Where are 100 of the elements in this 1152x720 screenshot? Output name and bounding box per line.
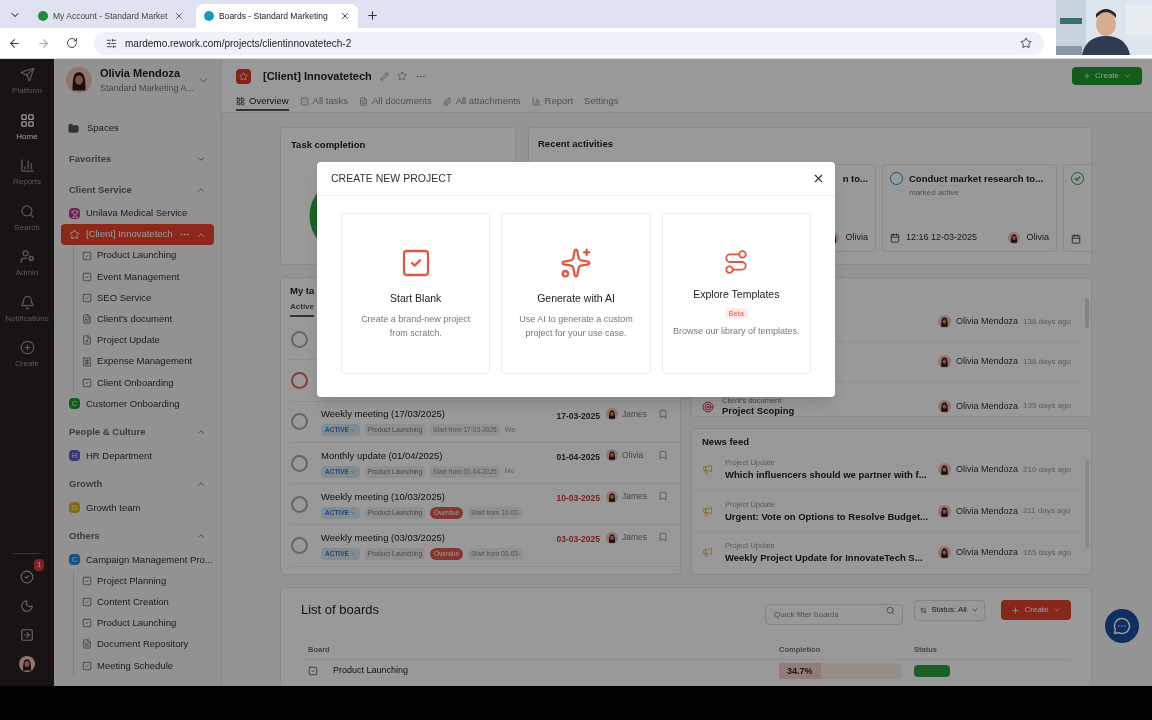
task-checkbox[interactable] — [291, 413, 308, 431]
activity-card[interactable]: Conduct market research to... marked active 12:16 12-03-2025 Olivia — [882, 164, 1057, 253]
create-button[interactable]: Create — [1001, 600, 1071, 620]
checkbox-icon — [82, 618, 92, 629]
section-header[interactable]: Client Service — [54, 177, 221, 203]
sidebar-item[interactable]: Document Repository — [82, 633, 221, 656]
sidebar-item[interactable]: Project Planning — [82, 570, 221, 592]
sidebar-item[interactable]: Client's document — [82, 308, 221, 330]
board-name[interactable]: Product Launching — [333, 664, 779, 678]
sidebar-item[interactable]: SEO Service — [82, 287, 221, 309]
back-icon[interactable] — [8, 36, 21, 50]
avatar-icon — [937, 546, 951, 560]
task-title[interactable]: Weekly meeting (03/03/2025) — [321, 531, 543, 546]
plus-icon — [1083, 72, 1091, 80]
sidebar-item[interactable]: Unilava Medical Service — [54, 203, 221, 224]
sidebar-item[interactable]: Client Onboarding — [82, 372, 221, 394]
megaphone-icon — [702, 464, 713, 476]
task-checkbox[interactable] — [291, 495, 308, 513]
avatar-icon — [1008, 231, 1021, 244]
avatar-icon — [937, 504, 951, 518]
bookmark-icon[interactable] — [658, 449, 668, 460]
post-title[interactable]: Urgent: Vote on Options to Resolve Budget... — [725, 509, 929, 524]
author-name: Olivia Mendoza — [955, 504, 1018, 518]
url-text: mardemo.rework.com/projects/clientinnovatetech-2 — [125, 36, 352, 51]
author-name: Olivia Mendoza — [955, 314, 1018, 328]
chat-icon — [1113, 617, 1131, 635]
edit-icon[interactable] — [379, 71, 389, 81]
star-icon[interactable] — [396, 71, 407, 81]
bell-icon — [19, 294, 35, 310]
bookmark-star-icon[interactable] — [1020, 37, 1032, 49]
search-field[interactable]: Quick filter boards — [765, 603, 903, 625]
task-checkbox[interactable] — [291, 537, 308, 555]
status-filter[interactable]: Status: All — [914, 599, 985, 621]
check-circle-icon[interactable] — [20, 569, 34, 584]
close-icon[interactable] — [340, 11, 350, 21]
browser-tab[interactable]: My Account - Standard Market — [30, 4, 192, 28]
send-icon — [19, 67, 35, 82]
rail-item[interactable]: Home — [0, 112, 54, 158]
url-field[interactable]: mardemo.rework.com/projects/clientinnovatetech-2 — [94, 31, 1044, 55]
section-header[interactable]: People & Culture — [54, 419, 221, 446]
card-title: News feed — [701, 435, 750, 450]
post-title[interactable]: Weekly Project Update for InnovateTech S... — [725, 551, 923, 566]
forward-icon[interactable] — [37, 36, 50, 50]
reload-icon[interactable] — [66, 37, 78, 49]
bookmark-icon[interactable] — [658, 532, 668, 543]
avatar-icon — [937, 355, 951, 368]
site-info-icon[interactable] — [106, 37, 117, 49]
task-checkbox[interactable] — [291, 371, 308, 389]
close-icon[interactable] — [812, 172, 825, 185]
filter-tab[interactable]: Active — [290, 301, 314, 317]
sidebar-item[interactable]: Meeting Schedule — [82, 655, 221, 677]
sidebar-item[interactable]: Project Update — [82, 329, 221, 351]
bookmark-icon[interactable] — [658, 408, 668, 419]
checkbox-icon — [308, 666, 318, 676]
section-header[interactable]: Others — [54, 523, 221, 550]
sidebar-item[interactable]: Product Launching — [82, 612, 221, 634]
view-tab[interactable]: All documents — [358, 93, 432, 111]
task-title[interactable]: Weekly meeting (17/03/2025) — [321, 407, 543, 422]
document-icon — [358, 96, 368, 106]
task-checkbox[interactable] — [291, 330, 308, 348]
chevron-up-icon — [196, 185, 206, 195]
sidebar-item[interactable]: Spaces — [54, 115, 221, 141]
view-tab[interactable]: All attachments — [442, 93, 521, 111]
sparkles-icon — [560, 247, 592, 280]
task-title[interactable]: Monthly update (01/04/2025) — [321, 448, 543, 463]
document-title[interactable]: Project Scoping — [722, 405, 795, 417]
new-tab-icon[interactable] — [366, 9, 379, 22]
sidebar-item[interactable]: [Client] Innovatetech — [61, 224, 214, 245]
view-tab[interactable]: Report — [531, 93, 574, 111]
user-name: Olivia Mendoza — [100, 66, 182, 81]
folder-icon — [68, 122, 79, 134]
browser-tab[interactable]: Boards - Standard Marketing — [196, 4, 358, 28]
option-card[interactable]: Generate with AI Use AI to generate a custom project for your use case. — [501, 213, 651, 374]
bookmark-icon[interactable] — [658, 491, 668, 502]
sidebar-item[interactable]: Event Management — [82, 266, 221, 288]
file-upload-icon — [82, 335, 92, 346]
task-checkbox[interactable] — [291, 454, 308, 472]
chat-button[interactable] — [1105, 609, 1139, 643]
activity-title: Conduct market research to... — [909, 172, 1044, 187]
caret-icon — [349, 509, 356, 516]
sidebar-item[interactable]: Product Launching — [82, 245, 221, 267]
section-header[interactable]: Growth — [54, 471, 221, 498]
checkbox-icon — [82, 660, 92, 671]
moon-icon[interactable] — [20, 598, 34, 613]
sidebar-item[interactable]: Content Creation — [82, 591, 221, 613]
sidebar-item[interactable]: Expense Management — [82, 350, 221, 373]
task-title[interactable]: Weekly meeting (10/03/2025) — [321, 489, 543, 505]
post-title[interactable]: Which influencers should we partner with f... — [725, 468, 927, 483]
view-tab[interactable]: Overview — [236, 93, 289, 111]
plus-circle-icon — [19, 340, 35, 355]
due-date: 01-04-2025 — [556, 450, 600, 464]
create-button[interactable]: Create — [1072, 67, 1142, 85]
option-card[interactable]: Start Blank Create a brand-new project from scratch. — [341, 213, 491, 374]
arrow-square-icon[interactable] — [20, 627, 34, 642]
assignee-name: James — [622, 531, 648, 545]
checkbox-icon — [82, 250, 92, 261]
avatar-icon — [937, 463, 951, 477]
view-tab[interactable]: Settings — [584, 93, 619, 111]
due-date: 03-03-2025 — [556, 533, 600, 547]
section-header[interactable]: Favorites — [54, 146, 221, 172]
